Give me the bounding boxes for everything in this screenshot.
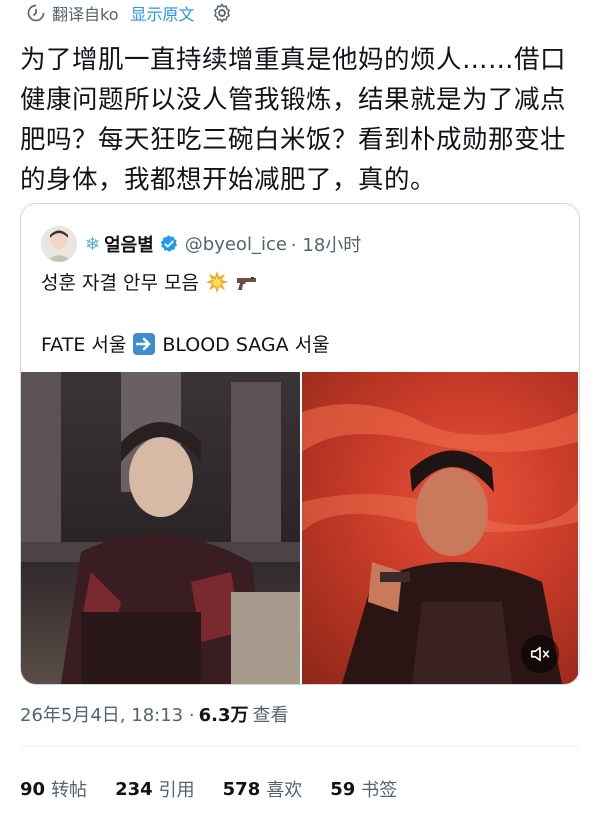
stat-count: 578 <box>222 778 261 800</box>
stat-label: 喜欢 <box>266 780 303 801</box>
stat-label: 转帖 <box>51 780 88 801</box>
quote-tweet-card[interactable]: ❄ 얼음별 @byeol_ice · 18小时 성훈 자결 안무 모음 FATE… <box>20 203 580 685</box>
quote-video[interactable] <box>21 372 578 684</box>
translate-icon <box>27 4 45 22</box>
quote-handle[interactable]: @byeol_ice <box>185 234 287 255</box>
quote-time: · 18小时 <box>290 235 362 256</box>
quote-line1-text: 성훈 자결 안무 모음 <box>41 272 199 294</box>
stat-count: 90 <box>20 778 46 800</box>
show-original-link[interactable]: 显示原文 <box>131 1 195 25</box>
translation-source-label: 翻译自ko <box>52 5 119 24</box>
stat-likes[interactable]: 578 喜欢 <box>223 776 303 802</box>
view-count-label: 查看 <box>252 705 289 726</box>
video-frame-left <box>21 372 300 684</box>
translation-bar: 翻译自ko 显示原文 <box>26 0 233 26</box>
stat-label: 引用 <box>158 780 195 801</box>
verified-badge-icon <box>160 235 177 252</box>
gear-icon[interactable] <box>211 2 233 24</box>
quote-display-name[interactable]: 얼음별 <box>104 231 154 257</box>
tweet-text: 为了增肌一直持续增重真是他妈的烦人……借口健康问题所以没人管我锻炼，结果就是为了… <box>20 45 567 195</box>
mute-icon <box>530 646 550 662</box>
divider <box>20 746 580 747</box>
snowflake-icon: ❄ <box>85 233 101 255</box>
quote-line2-left: FATE 서울 <box>41 334 127 356</box>
quote-text-line-2: FATE 서울 BLOOD SAGA 서울 <box>41 330 330 357</box>
stat-quotes[interactable]: 234 引用 <box>115 776 195 802</box>
mute-button[interactable] <box>521 635 559 673</box>
quote-header: ❄ 얼음별 @byeol_ice · 18小时 <box>41 224 361 264</box>
stat-count: 234 <box>115 778 153 800</box>
stat-bookmarks[interactable]: 59 书签 <box>330 776 397 802</box>
tweet-datetime[interactable]: 26年5月4日, 18:13 · <box>20 701 195 727</box>
stat-label: 书签 <box>361 780 398 801</box>
quote-text-line-1: 성훈 자결 안무 모음 <box>41 268 259 295</box>
engagement-stats: 90 转帖 234 引用 578 喜欢 59 书签 <box>20 776 425 802</box>
avatar[interactable] <box>41 226 77 262</box>
stat-reposts[interactable]: 90 转帖 <box>20 776 87 802</box>
quote-line2-right: BLOOD SAGA 서울 <box>162 334 330 356</box>
collision-emoji-icon <box>205 270 228 293</box>
right-arrow-emoji-icon <box>133 332 156 355</box>
view-count: 6.3万 <box>198 705 249 726</box>
pistol-emoji-icon <box>236 276 256 290</box>
tweet-timestamp-row: 26年5月4日, 18:13 · 6.3万 查看 <box>20 701 288 727</box>
stat-count: 59 <box>330 778 356 800</box>
